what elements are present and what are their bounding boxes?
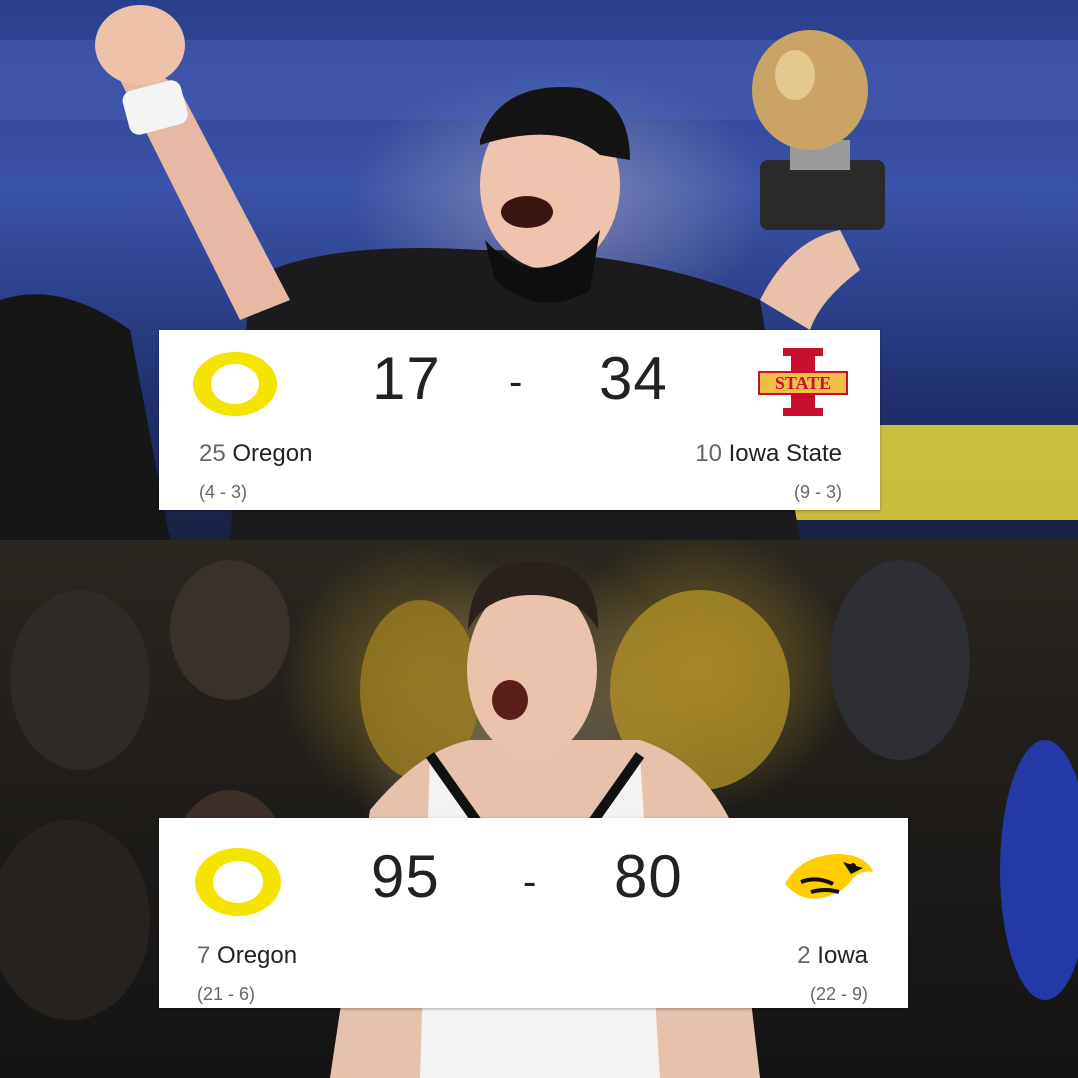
coach-silhouette — [0, 294, 170, 540]
home-score: 17 — [372, 345, 441, 412]
crowd-fan — [0, 820, 150, 1020]
away-score: 34 — [599, 345, 668, 412]
crowd-fan — [830, 560, 970, 760]
trophy-shine — [775, 50, 815, 100]
home-score: 95 — [371, 843, 440, 910]
trophy-arm — [760, 230, 860, 330]
home-team-rank: 25 — [199, 440, 226, 467]
home-team-rank: 7 — [197, 942, 211, 969]
score-separator: - — [523, 860, 537, 904]
away-team-name: Iowa — [817, 942, 868, 969]
open-mouth — [492, 680, 528, 720]
away-team-rank: 10 — [695, 440, 722, 467]
home-team-label: 7 Oregon — [197, 942, 297, 970]
trophy-base — [760, 160, 885, 230]
away-team-label: 2 Iowa — [797, 942, 868, 970]
open-mouth — [501, 196, 553, 228]
oregon-o-logo — [193, 352, 277, 416]
iowa-state-logo: STATE — [758, 348, 848, 416]
away-team-name: Iowa State — [728, 440, 842, 467]
away-team-record: (22 - 9) — [809, 984, 868, 1004]
crowd-fan — [10, 590, 150, 770]
home-team-record: (21 - 6) — [197, 984, 256, 1004]
player-face — [467, 582, 597, 758]
iowa-state-logo-text: STATE — [775, 373, 831, 393]
home-team-label: 25 Oregon — [199, 440, 312, 468]
home-team-name: Oregon — [217, 942, 298, 969]
crowd-fan — [170, 560, 290, 700]
oregon-o-logo — [195, 848, 281, 916]
crowd-fan-blue — [1000, 740, 1078, 1000]
football-score-card: 17 - 34 STATE 25 Oregon (4 - 3) 10 Iowa … — [159, 330, 880, 510]
away-team-label: 10 Iowa State — [695, 440, 842, 468]
away-score: 80 — [614, 843, 683, 910]
basketball-score-card: 95 - 80 7 Oregon (21 - 6) 2 Iowa (22 - 9… — [159, 818, 908, 1008]
fist — [95, 5, 185, 85]
score-separator: - — [509, 360, 523, 404]
iowa-hawkeye-logo — [785, 854, 873, 899]
away-team-record: (9 - 3) — [793, 482, 842, 502]
home-team-record: (4 - 3) — [199, 482, 248, 502]
home-team-name: Oregon — [232, 440, 313, 467]
away-team-rank: 2 — [797, 942, 811, 969]
